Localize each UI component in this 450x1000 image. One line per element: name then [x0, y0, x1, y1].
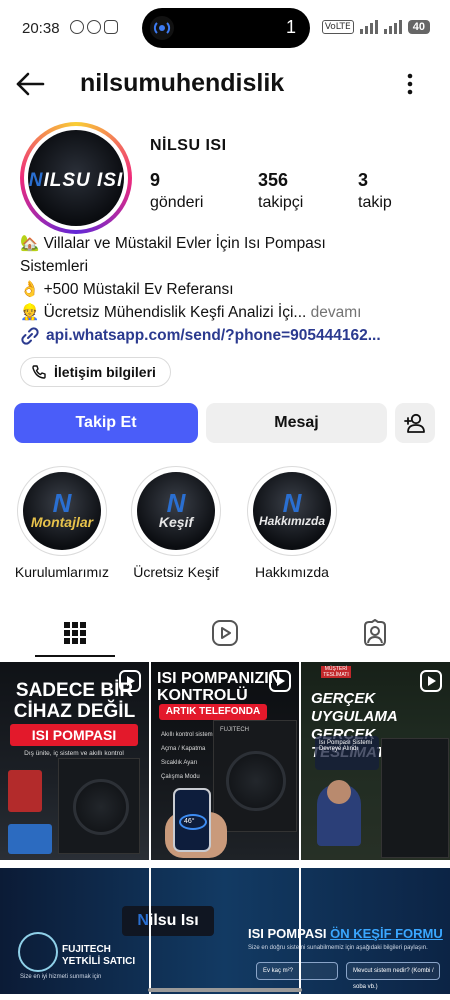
profile-link[interactable]: api.whatsapp.com/send/?phone=905444162..… — [20, 326, 381, 346]
highlight-cover: N Montajlar — [23, 472, 101, 550]
form-subtitle: Size en doğru sistemi sunabilmemiz için … — [248, 945, 428, 951]
add-person-icon — [404, 413, 425, 433]
broadcast-icon — [150, 16, 174, 40]
highlight-label: Kurulumlarımız — [14, 564, 110, 580]
heat-pump-image — [381, 738, 449, 858]
highlight-ucretsiz-kesif[interactable]: N Keşif Ücretsiz Keşif — [130, 466, 222, 580]
avatar: NILSU ISI — [28, 130, 124, 226]
form-title: ISI POMPASI ÖN KEŞİF FORMU — [248, 926, 443, 941]
story-ring[interactable]: NILSU ISI — [20, 122, 132, 234]
status-time: 20:38 — [22, 20, 60, 37]
whatsapp-icon — [87, 20, 101, 34]
highlight-kurulumlarimiz[interactable]: N Montajlar Kurulumlarımız — [15, 466, 109, 580]
heat-pump-image: FUJITECH — [213, 720, 297, 832]
post-thumbnail[interactable]: ISI POMPANIZIN KONTROLÜ ARTIK TELEFONDA … — [151, 662, 299, 860]
battery-icon: 40 — [407, 20, 430, 34]
bio-line: Sistemleri — [20, 258, 89, 275]
pill-count: 1 — [285, 17, 296, 37]
bio-line: 🏡 Villalar ve Müstakil Evler İçin Isı Po… — [20, 235, 326, 252]
notification-icons — [70, 20, 118, 34]
dealer-sub: Size en iyi hizmeti sunmak için — [20, 974, 102, 980]
arrow-left-icon — [16, 72, 45, 96]
dealer-label: FUJITECH YETKİLİ SATICI — [62, 944, 136, 967]
reels-icon — [212, 620, 238, 646]
post-thumbnail[interactable]: MÜŞTERİ TESLİMATI GERÇEK UYGULAMA GERÇEK… — [301, 662, 450, 860]
heat-pump-image — [58, 758, 140, 854]
post-thumbnail[interactable]: SADECE BİR CİHAZ DEĞİL ISI POMPASI Dış ü… — [0, 662, 149, 860]
signal-icon — [359, 20, 378, 34]
tagged-icon — [364, 619, 386, 646]
vertical-dots-icon — [407, 73, 413, 95]
instagram-icon — [104, 20, 118, 34]
followers-count[interactable]: 356 takipçi — [258, 170, 303, 212]
post-card: Isı Pompası Sistemi Devreye Alındı — [315, 736, 379, 770]
highlight-cover: N Keşif — [137, 472, 215, 550]
phone-image: 46° — [173, 788, 211, 852]
tab-tagged[interactable] — [300, 604, 450, 662]
highlight-hakkimizda[interactable]: N Hakkımızda Hakkımızda — [246, 466, 338, 580]
highlight-label: Ücretsiz Keşif — [133, 564, 219, 580]
profile-bio: 🏡 Villalar ve Müstakil Evler İçin Isı Po… — [20, 232, 440, 324]
post-banner: ISI POMPASI — [10, 724, 138, 746]
bio-line: 👌 +500 Müstakil Ev Referansı — [20, 281, 234, 298]
post-banner: ARTIK TELEFONDA — [159, 704, 267, 720]
status-bar: 20:38 1 VoLTE 40 — [0, 0, 450, 56]
home-indicator[interactable] — [148, 988, 302, 992]
form-field: Mevcut sistem nedir? (Kombi / soba vb.) — [346, 962, 440, 990]
grid-icon — [64, 622, 86, 644]
volte-badge: VoLTE — [321, 20, 354, 34]
highlight-cover: N Hakkımızda — [253, 472, 331, 550]
following-count[interactable]: 3 takip — [358, 170, 392, 212]
profile-header: nilsumuhendislik — [0, 56, 450, 112]
follow-button[interactable]: Takip Et — [14, 403, 198, 443]
message-button[interactable]: Mesaj — [206, 403, 387, 443]
contact-info-label: İletişim bilgileri — [54, 364, 156, 380]
brand-logo: Nilsu Isı — [122, 906, 214, 936]
feature-list: Akıllı kontrol sistemi Açma / Kapatma Sı… — [161, 732, 215, 780]
highlight-label: Hakkımızda — [255, 564, 329, 580]
indoor-unit-image — [8, 770, 42, 812]
more-options-button[interactable] — [398, 70, 422, 98]
reel-icon — [269, 670, 291, 692]
controller-image — [8, 824, 52, 854]
post-subtitle: Dış ünite, iç sistem ve akıllı kontrol — [24, 750, 124, 757]
avatar-logo: NILSU ISI — [28, 170, 124, 191]
link-text: api.whatsapp.com/send/?phone=905444162..… — [46, 327, 381, 344]
reel-icon — [119, 670, 141, 692]
reel-icon — [420, 670, 442, 692]
phone-icon — [32, 365, 46, 379]
bio-more-link[interactable]: devamı — [306, 304, 362, 321]
certified-badge-icon — [18, 932, 58, 972]
tab-posts[interactable] — [0, 604, 150, 662]
tab-reels[interactable] — [150, 604, 300, 662]
contact-info-button[interactable]: İletişim bilgileri — [20, 357, 171, 387]
profile-tabs — [0, 604, 450, 662]
posts-count: 9 gönderi — [150, 170, 204, 211]
active-tab-indicator — [35, 655, 115, 657]
bio-line: 👷 Ücretsiz Mühendislik Keşfi Analizi İçi… — [20, 304, 362, 321]
link-icon — [21, 327, 39, 345]
form-field: Ev kaç m²? — [256, 962, 338, 980]
signal-icon — [383, 20, 402, 34]
profile-username: nilsumuhendislik — [80, 69, 285, 97]
dynamic-pill[interactable]: 1 — [142, 8, 310, 48]
whatsapp-icon — [70, 20, 84, 34]
post-thumbnail-row[interactable]: Nilsu Isı FUJITECH YETKİLİ SATICI Size e… — [0, 868, 450, 994]
status-right: VoLTE 40 — [321, 20, 430, 34]
display-name: NİLSU ISI — [150, 137, 227, 154]
post-badge: MÜŞTERİ TESLİMATI — [321, 666, 351, 678]
suggested-users-button[interactable] — [395, 403, 435, 443]
back-button[interactable] — [14, 70, 46, 98]
